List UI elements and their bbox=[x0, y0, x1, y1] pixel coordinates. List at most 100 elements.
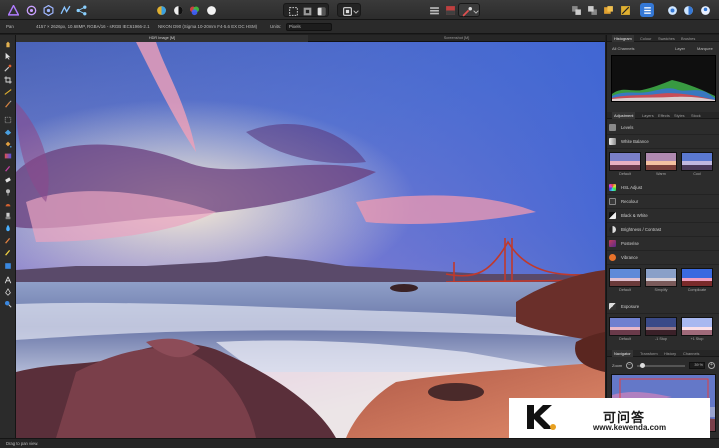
tab-brushes[interactable]: Brushes bbox=[681, 35, 695, 42]
pixel-tool-icon[interactable] bbox=[3, 163, 13, 172]
adjustment-label: White Balance bbox=[621, 139, 649, 144]
adjustment-posterise[interactable]: Posterise bbox=[607, 237, 719, 251]
auto-levels-icon[interactable] bbox=[154, 3, 168, 17]
view-mode-icon[interactable] bbox=[665, 3, 679, 17]
preset-minus-1-stop[interactable]: -1 Stop bbox=[645, 317, 677, 341]
histogram-layer-option[interactable]: Layer bbox=[675, 46, 685, 51]
adjustment-recolour[interactable]: Recolour bbox=[607, 195, 719, 209]
smudge-brush-icon[interactable] bbox=[3, 235, 13, 244]
clone-tool-icon[interactable] bbox=[3, 211, 13, 220]
quick-mask-icon[interactable] bbox=[314, 4, 328, 18]
zoom-label: Zoom bbox=[612, 363, 623, 368]
preview-mode-icon[interactable] bbox=[681, 3, 695, 17]
tab-hdr-image[interactable]: HDR Image [M] bbox=[16, 35, 308, 42]
zoom-value-field[interactable]: 39 % bbox=[689, 362, 705, 369]
pen-tool-icon[interactable] bbox=[3, 287, 13, 296]
hdr-photo bbox=[16, 42, 605, 438]
tone-map-persona-icon[interactable] bbox=[58, 3, 72, 17]
arrange-forward-icon[interactable] bbox=[585, 3, 599, 17]
text-tool-icon[interactable] bbox=[3, 275, 13, 284]
burn-tool-icon[interactable] bbox=[3, 199, 13, 208]
preset-label: +1 Stop bbox=[690, 337, 704, 341]
adjustment-hsl[interactable]: HSL Adjust bbox=[607, 181, 719, 195]
flood-select-icon[interactable] bbox=[3, 127, 13, 136]
context-tool-name: Pan bbox=[6, 24, 14, 29]
tab-navigator[interactable]: Navigator bbox=[612, 350, 633, 357]
adjustment-label: Recolour bbox=[621, 199, 639, 204]
dodge-tool-icon[interactable] bbox=[3, 187, 13, 196]
chevron-down-icon[interactable] bbox=[352, 4, 360, 18]
blur-brush-icon[interactable] bbox=[3, 223, 13, 232]
tab-transform[interactable]: Transform bbox=[640, 350, 658, 357]
zoom-in-icon[interactable]: + bbox=[708, 362, 715, 369]
adjustment-vibrance[interactable]: Vibrance bbox=[607, 251, 719, 265]
adjustment-label: Black & White bbox=[621, 213, 648, 218]
develop-persona-icon[interactable] bbox=[41, 3, 55, 17]
move-tool-icon[interactable] bbox=[3, 51, 13, 60]
zoom-tool-icon[interactable] bbox=[3, 299, 13, 308]
preset-default[interactable]: Default bbox=[609, 152, 641, 176]
crop-tool-icon[interactable] bbox=[3, 75, 13, 84]
tab-histogram[interactable]: Histogram bbox=[612, 35, 634, 42]
preset-simplify[interactable]: Simplify bbox=[645, 268, 677, 292]
tab-colour[interactable]: Colour bbox=[640, 35, 651, 42]
preset-warm[interactable]: Warm bbox=[645, 152, 677, 176]
adjustment-white-balance[interactable]: White Balance bbox=[607, 135, 719, 149]
arrange-back-icon[interactable] bbox=[569, 3, 583, 17]
assistant-chevron-icon[interactable] bbox=[472, 4, 480, 18]
color-picker-icon[interactable] bbox=[3, 63, 13, 72]
preset-cool[interactable]: Cool bbox=[681, 152, 713, 176]
adjustment-levels[interactable]: Levels bbox=[607, 121, 719, 135]
rectangle-tool-icon[interactable] bbox=[3, 261, 13, 270]
document-canvas[interactable] bbox=[16, 42, 605, 438]
tab-layers[interactable]: Layers bbox=[642, 112, 654, 119]
preset-complicate[interactable]: Complicate bbox=[681, 268, 713, 292]
watermark-logo bbox=[525, 403, 557, 431]
account-icon[interactable] bbox=[698, 3, 712, 17]
flood-fill-icon[interactable] bbox=[3, 139, 13, 148]
histogram-marquee-option[interactable]: Marquee bbox=[697, 46, 713, 51]
auto-colours-icon[interactable] bbox=[187, 3, 201, 17]
preset-default[interactable]: Default bbox=[609, 317, 641, 341]
selection-brush-icon[interactable] bbox=[3, 115, 13, 124]
photo-persona-icon[interactable] bbox=[6, 3, 20, 17]
tab-swatches[interactable]: Swatches bbox=[658, 35, 675, 42]
channels-toggle-icon[interactable] bbox=[443, 3, 457, 17]
erase-brush-icon[interactable] bbox=[3, 175, 13, 184]
status-hint: Drag to pan view. bbox=[6, 441, 39, 446]
navigator-panel-tabs: Navigator Transform History Channels bbox=[607, 350, 719, 357]
zoom-slider[interactable] bbox=[637, 363, 685, 368]
inpainting-brush-icon[interactable] bbox=[3, 247, 13, 256]
zoom-out-icon[interactable]: − bbox=[626, 362, 633, 369]
tab-styles[interactable]: Styles bbox=[674, 112, 685, 119]
snapping-icon[interactable] bbox=[640, 3, 654, 17]
marquee-icon[interactable] bbox=[286, 4, 300, 18]
tab-effects[interactable]: Effects bbox=[658, 112, 670, 119]
view-tool-icon[interactable] bbox=[3, 39, 13, 48]
auto-white-balance-icon[interactable] bbox=[204, 3, 218, 17]
adjustment-black-white[interactable]: Black & White bbox=[607, 209, 719, 223]
zoom-slider-handle[interactable] bbox=[640, 363, 645, 368]
tab-history[interactable]: History bbox=[664, 350, 676, 357]
group-layers-icon[interactable] bbox=[601, 3, 615, 17]
preset-default[interactable]: Default bbox=[609, 268, 641, 292]
liquify-persona-icon[interactable] bbox=[24, 3, 38, 17]
histogram-toggle-icon[interactable] bbox=[427, 3, 441, 17]
invert-selection-icon[interactable] bbox=[300, 4, 314, 18]
tab-stock[interactable]: Stock bbox=[691, 112, 701, 119]
gradient-tool-icon[interactable] bbox=[3, 151, 13, 160]
document-tabs: HDR Image [M] Screenshot [M] bbox=[16, 35, 605, 42]
tab-adjustment[interactable]: Adjustment bbox=[612, 112, 636, 119]
export-persona-icon[interactable] bbox=[74, 3, 88, 17]
preset-plus-1-stop[interactable]: +1 Stop bbox=[681, 317, 713, 341]
paint-brush-icon[interactable] bbox=[3, 99, 13, 108]
adjustment-brightness-contrast[interactable]: Brightness / Contrast bbox=[607, 223, 719, 237]
units-select[interactable]: Pixels bbox=[286, 23, 332, 31]
tab-channels[interactable]: Channels bbox=[683, 350, 699, 357]
flip-icon[interactable] bbox=[618, 3, 632, 17]
histogram-channel-select[interactable]: All Channels bbox=[612, 46, 634, 51]
adjustment-exposure[interactable]: Exposure bbox=[607, 300, 719, 314]
auto-contrast-icon[interactable] bbox=[171, 3, 185, 17]
tab-screenshot[interactable]: Screenshot [M] bbox=[308, 35, 605, 42]
straighten-tool-icon[interactable] bbox=[3, 87, 13, 96]
